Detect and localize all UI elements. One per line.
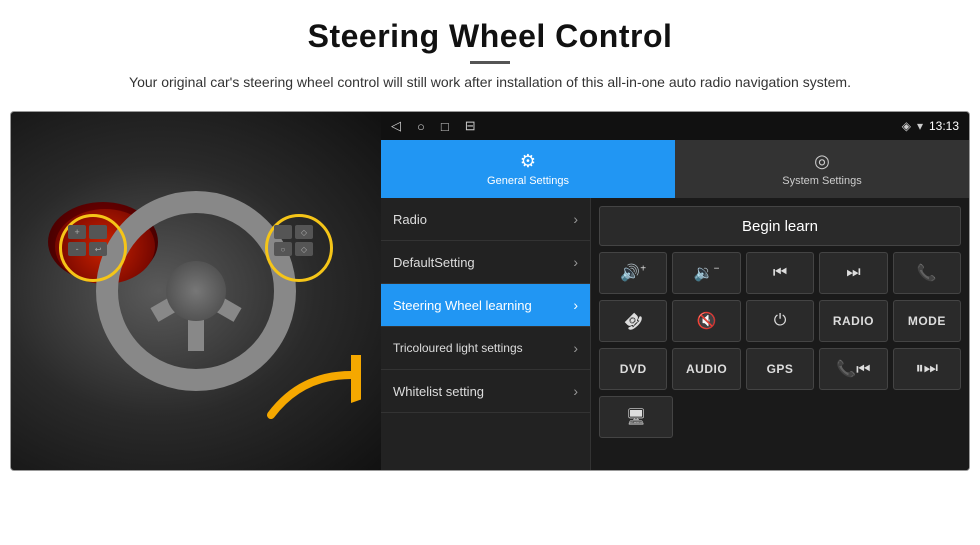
menu-chevron-whitelist: › <box>573 383 578 399</box>
right-controls: Begin learn 🔊+ 🔉− ⏮ ⏭ <box>591 198 969 470</box>
wifi-icon: ▾ <box>917 119 923 133</box>
menu-item-tricoloured[interactable]: Tricoloured light settings › <box>381 327 590 370</box>
control-row-3: DVD AUDIO GPS 📞⏮ ⏸⏭ <box>599 348 961 390</box>
menu-chevron-default: › <box>573 254 578 270</box>
indicator-arrow <box>261 355 361 430</box>
vol-down-button[interactable]: 🔉− <box>672 252 740 294</box>
gps-icon: ◈ <box>902 119 911 133</box>
gps-button[interactable]: GPS <box>746 348 814 390</box>
prev-track-icon: ⏮ <box>773 264 787 282</box>
page-title: Steering Wheel Control <box>20 18 960 55</box>
menu-chevron-steering: › <box>573 297 578 313</box>
tab-bar: ⚙ General Settings ◎ System Settings <box>381 140 969 198</box>
dvd-label: DVD <box>620 362 647 376</box>
skip-fwd-icon: ⏸⏭ <box>916 360 938 378</box>
status-nav: ◁ ○ □ ⊟ <box>391 118 476 134</box>
steering-wheel-bg: + - ↩ ◇ ○ ◇ <box>11 112 381 470</box>
begin-learn-row: Begin learn <box>599 206 961 246</box>
menu-item-steering-wheel[interactable]: Steering Wheel learning › <box>381 284 590 327</box>
radio-button[interactable]: RADIO <box>819 300 887 342</box>
general-settings-icon: ⚙ <box>520 151 536 172</box>
phone-hangup-button[interactable]: ☎ <box>599 300 667 342</box>
tab-general-settings[interactable]: ⚙ General Settings <box>381 140 675 198</box>
content-area: + - ↩ ◇ ○ ◇ <box>10 111 970 471</box>
phone-answer-icon: 📞 <box>917 263 937 283</box>
home-icon[interactable]: ○ <box>417 119 425 134</box>
vol-down-icon: 🔉− <box>694 263 720 283</box>
power-button[interactable]: ⏻ <box>746 300 814 342</box>
control-row-2: ☎ 🔇 ⏻ RADIO MODE <box>599 300 961 342</box>
menu-chevron-tricoloured: › <box>573 340 578 356</box>
menu-default-label: DefaultSetting <box>393 255 573 270</box>
next-track-icon: ⏭ <box>846 264 860 282</box>
page-header: Steering Wheel Control Your original car… <box>0 0 980 101</box>
sw-center-hub <box>166 261 226 321</box>
menu-item-default-setting[interactable]: DefaultSetting › <box>381 241 590 284</box>
steering-wheel-panel: + - ↩ ◇ ○ ◇ <box>11 112 381 470</box>
left-menu: Radio › DefaultSetting › Steering Wheel … <box>381 198 591 470</box>
phone-prev-button[interactable]: 📞⏮ <box>819 348 887 390</box>
status-bar: ◁ ○ □ ⊟ ◈ ▾ 13:13 <box>381 112 969 140</box>
menu-item-whitelist[interactable]: Whitelist setting › <box>381 370 590 413</box>
title-divider <box>470 61 510 64</box>
vol-up-button[interactable]: 🔊+ <box>599 252 667 294</box>
recents-icon[interactable]: □ <box>441 119 449 134</box>
vol-up-icon: 🔊+ <box>620 263 646 283</box>
menu-whitelist-label: Whitelist setting <box>393 384 573 399</box>
screen-icon: 🖥 <box>626 407 646 427</box>
phone-hangup-icon: ☎ <box>619 307 647 335</box>
dvd-button[interactable]: DVD <box>599 348 667 390</box>
tab-general-label: General Settings <box>487 175 569 187</box>
android-panel: ◁ ○ □ ⊟ ◈ ▾ 13:13 ⚙ General Settings ◎ S… <box>381 112 969 470</box>
phone-prev-icon: 📞⏮ <box>836 359 870 379</box>
gps-label: GPS <box>767 362 794 376</box>
menu-item-radio[interactable]: Radio › <box>381 198 590 241</box>
menu-tricoloured-label: Tricoloured light settings <box>393 341 573 355</box>
menu-icon[interactable]: ⊟ <box>465 118 476 134</box>
phone-answer-button[interactable]: 📞 <box>893 252 961 294</box>
radio-label: RADIO <box>833 314 874 328</box>
mode-label: MODE <box>908 314 946 328</box>
begin-learn-button[interactable]: Begin learn <box>599 206 961 246</box>
next-track-button[interactable]: ⏭ <box>819 252 887 294</box>
status-right: ◈ ▾ 13:13 <box>902 119 959 133</box>
screen-button[interactable]: 🖥 <box>599 396 673 438</box>
control-row-1: 🔊+ 🔉− ⏮ ⏭ 📞 <box>599 252 961 294</box>
menu-steering-label: Steering Wheel learning <box>393 298 573 313</box>
mute-button[interactable]: 🔇 <box>672 300 740 342</box>
begin-learn-label: Begin learn <box>742 218 818 235</box>
audio-button[interactable]: AUDIO <box>672 348 740 390</box>
back-icon[interactable]: ◁ <box>391 118 401 134</box>
control-row-4: 🖥 <box>599 396 961 438</box>
page-subtitle: Your original car's steering wheel contr… <box>100 72 880 93</box>
clock: 13:13 <box>929 119 959 133</box>
menu-chevron-radio: › <box>573 211 578 227</box>
main-content: Radio › DefaultSetting › Steering Wheel … <box>381 198 969 470</box>
audio-label: AUDIO <box>686 362 727 376</box>
mode-button[interactable]: MODE <box>893 300 961 342</box>
skip-fwd-button[interactable]: ⏸⏭ <box>893 348 961 390</box>
menu-radio-label: Radio <box>393 212 573 227</box>
sw-left-button-circle: + - ↩ <box>59 214 127 282</box>
tab-system-label: System Settings <box>782 175 861 187</box>
mute-icon: 🔇 <box>697 311 717 331</box>
prev-track-button[interactable]: ⏮ <box>746 252 814 294</box>
sw-right-button-circle: ◇ ○ ◇ <box>265 214 333 282</box>
tab-system-settings[interactable]: ◎ System Settings <box>675 140 969 198</box>
system-settings-icon: ◎ <box>814 151 830 172</box>
power-icon: ⏻ <box>774 312 787 330</box>
